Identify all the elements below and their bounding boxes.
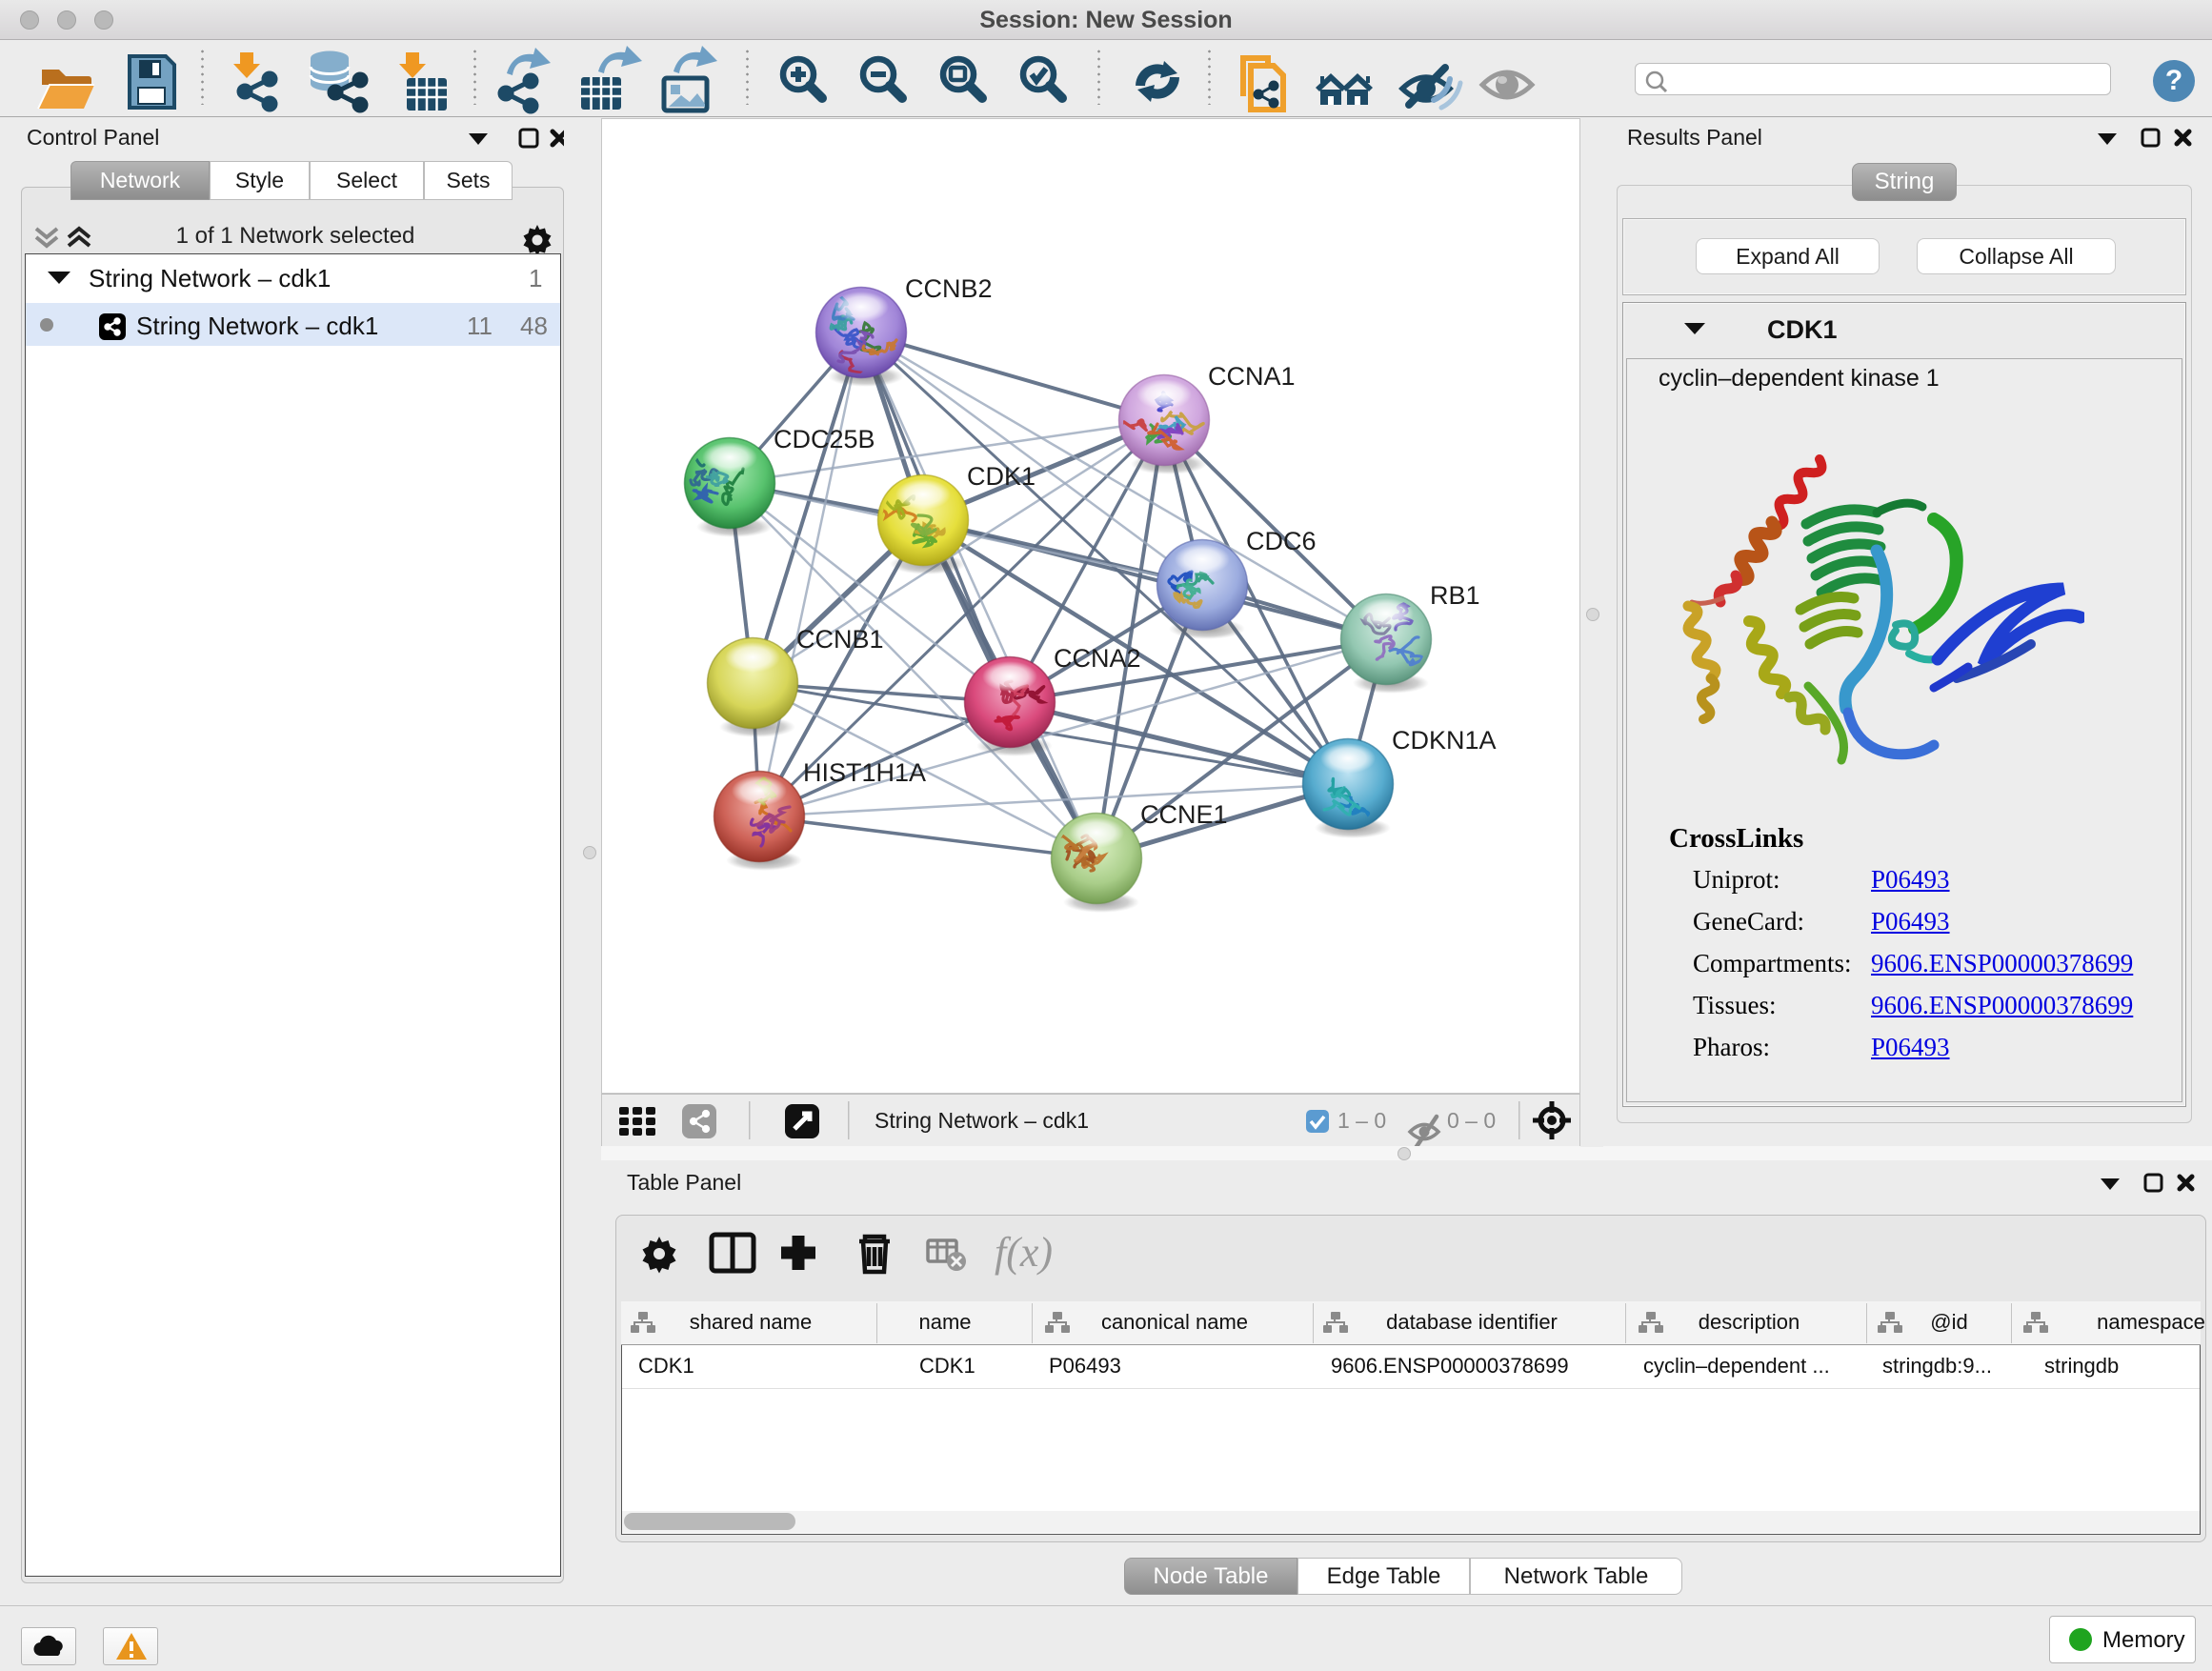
- svg-text:RB1: RB1: [1430, 581, 1480, 610]
- svg-text:CCNA1: CCNA1: [1208, 362, 1296, 391]
- svg-text:CCNA2: CCNA2: [1054, 644, 1141, 673]
- svg-text:f(x): f(x): [995, 1229, 1053, 1276]
- svg-text:CDKN1A: CDKN1A: [1392, 726, 1497, 755]
- svg-text:HIST1H1A: HIST1H1A: [803, 758, 926, 787]
- svg-text:CDK1: CDK1: [967, 462, 1036, 491]
- svg-text:CDC6: CDC6: [1246, 527, 1317, 555]
- svg-text:CCNB1: CCNB1: [796, 625, 884, 654]
- svg-text:CCNE1: CCNE1: [1140, 800, 1228, 829]
- svg-text:CCNB2: CCNB2: [905, 274, 993, 303]
- svg-text:CDC25B: CDC25B: [774, 425, 875, 453]
